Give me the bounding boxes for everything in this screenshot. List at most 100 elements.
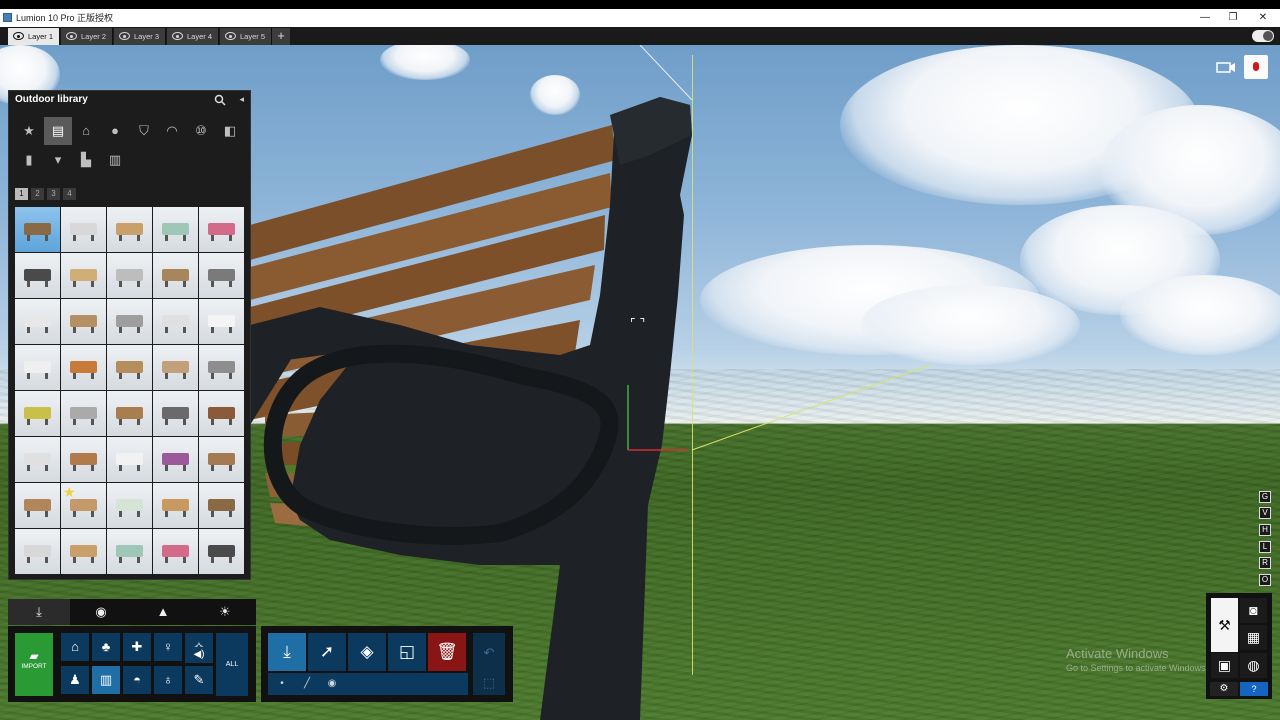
deselect-icon[interactable]: ⬚ bbox=[473, 675, 505, 691]
library-item-thumbnail[interactable] bbox=[107, 483, 152, 528]
nature-category-button[interactable]: ⌂ bbox=[61, 633, 89, 661]
eye-icon[interactable] bbox=[225, 32, 236, 40]
library-item-thumbnail[interactable] bbox=[15, 299, 60, 344]
key-o[interactable]: O bbox=[1259, 574, 1271, 586]
layer-tab-1[interactable]: Layer 1 bbox=[8, 28, 60, 45]
library-item-thumbnail[interactable] bbox=[61, 207, 106, 252]
library-item-thumbnail[interactable] bbox=[153, 299, 198, 344]
people-category-button[interactable]: ♀ bbox=[154, 633, 182, 661]
layer-tab-4[interactable]: Layer 4 bbox=[167, 28, 219, 45]
bench-category-icon[interactable]: ▤ bbox=[44, 117, 72, 145]
page-1-button[interactable]: 1 bbox=[15, 188, 28, 200]
library-item-thumbnail[interactable] bbox=[61, 345, 106, 390]
library-item-thumbnail[interactable] bbox=[153, 437, 198, 482]
key-r[interactable]: R bbox=[1259, 557, 1271, 569]
collapse-panel-icon[interactable]: ◂ bbox=[239, 94, 244, 105]
library-item-thumbnail[interactable] bbox=[199, 483, 244, 528]
library-item-thumbnail[interactable] bbox=[199, 253, 244, 298]
library-item-thumbnail[interactable] bbox=[107, 299, 152, 344]
library-item-thumbnail[interactable]: ★ bbox=[61, 483, 106, 528]
photo-mode-button[interactable]: ◙ bbox=[1240, 598, 1267, 623]
close-button[interactable]: ✕ bbox=[1248, 9, 1278, 27]
record-icon[interactable] bbox=[1244, 55, 1268, 79]
maximize-button[interactable]: ❐ bbox=[1218, 9, 1248, 27]
library-item-thumbnail[interactable] bbox=[107, 207, 152, 252]
library-item-thumbnail[interactable] bbox=[61, 529, 106, 574]
outdoor-category-button[interactable]: ▥ bbox=[92, 666, 120, 694]
library-item-thumbnail[interactable] bbox=[153, 345, 198, 390]
indoor-category-button[interactable]: ♟ bbox=[61, 666, 89, 694]
search-icon[interactable] bbox=[214, 94, 226, 106]
library-item-thumbnail[interactable] bbox=[153, 253, 198, 298]
add-tree-button[interactable]: ✚ bbox=[123, 633, 151, 661]
help-button[interactable]: ? bbox=[1240, 682, 1268, 696]
box-category-icon[interactable]: ◧ bbox=[216, 117, 244, 145]
key-h[interactable]: H bbox=[1259, 524, 1271, 536]
movie-mode-button[interactable]: ▦ bbox=[1240, 625, 1267, 650]
bollard-category-icon[interactable]: ▮ bbox=[15, 146, 43, 174]
library-item-thumbnail[interactable] bbox=[61, 299, 106, 344]
library-item-thumbnail[interactable] bbox=[15, 391, 60, 436]
layer-tab-2[interactable]: Layer 2 bbox=[61, 28, 113, 45]
library-item-thumbnail[interactable] bbox=[15, 345, 60, 390]
library-item-thumbnail[interactable] bbox=[15, 207, 60, 252]
sign-category-icon[interactable]: ⑩ bbox=[187, 117, 215, 145]
place-object-button[interactable]: ⤓ bbox=[268, 633, 306, 671]
library-item-thumbnail[interactable] bbox=[153, 529, 198, 574]
eye-icon[interactable] bbox=[172, 32, 183, 40]
library-item-thumbnail[interactable] bbox=[153, 391, 198, 436]
eye-icon[interactable] bbox=[13, 32, 24, 40]
library-item-thumbnail[interactable] bbox=[107, 253, 152, 298]
materials-tab[interactable]: ◉ bbox=[70, 599, 132, 625]
sound-category-button[interactable]: ◀) bbox=[185, 647, 213, 663]
settings-gear-icon[interactable]: ⚙ bbox=[1210, 682, 1238, 696]
page-3-button[interactable]: 3 bbox=[47, 188, 60, 200]
delete-object-button[interactable]: 🗑 bbox=[428, 633, 466, 671]
utilities-category-button[interactable]: ✎ bbox=[185, 666, 213, 694]
library-item-thumbnail[interactable] bbox=[199, 299, 244, 344]
page-4-button[interactable]: 4 bbox=[63, 188, 76, 200]
line-place-icon[interactable]: ╱ bbox=[295, 673, 319, 695]
key-l[interactable]: L bbox=[1259, 541, 1271, 553]
fence-category-icon[interactable]: ▥ bbox=[101, 146, 129, 174]
library-item-thumbnail[interactable] bbox=[107, 345, 152, 390]
undo-icon[interactable]: ↶ bbox=[473, 645, 505, 661]
library-item-thumbnail[interactable] bbox=[61, 391, 106, 436]
select-all-button[interactable]: ALL bbox=[216, 633, 248, 696]
library-item-thumbnail[interactable] bbox=[107, 437, 152, 482]
eye-icon[interactable] bbox=[66, 32, 77, 40]
library-item-thumbnail[interactable] bbox=[153, 207, 198, 252]
favorites-category-icon[interactable]: ★ bbox=[15, 117, 43, 145]
minimize-button[interactable]: — bbox=[1190, 9, 1220, 27]
save-button[interactable]: ▣ bbox=[1211, 653, 1238, 678]
library-item-thumbnail[interactable] bbox=[199, 437, 244, 482]
library-item-thumbnail[interactable] bbox=[199, 391, 244, 436]
landscape-tab[interactable]: ▲ bbox=[132, 599, 194, 625]
select-arrow-button[interactable]: ➚ bbox=[308, 633, 346, 671]
add-layer-button[interactable]: + bbox=[272, 28, 290, 45]
library-item-thumbnail[interactable] bbox=[15, 529, 60, 574]
key-g[interactable]: G bbox=[1259, 491, 1271, 503]
tree-category-button[interactable]: ♣ bbox=[92, 633, 120, 661]
360-panorama-button[interactable]: ◍ bbox=[1240, 653, 1267, 678]
planter-category-icon[interactable]: ▾ bbox=[44, 146, 72, 174]
library-item-thumbnail[interactable] bbox=[61, 437, 106, 482]
key-v[interactable]: V bbox=[1259, 507, 1271, 519]
library-item-thumbnail[interactable] bbox=[153, 483, 198, 528]
library-item-thumbnail[interactable] bbox=[15, 437, 60, 482]
library-item-thumbnail[interactable] bbox=[15, 253, 60, 298]
library-item-thumbnail[interactable] bbox=[199, 207, 244, 252]
tent-category-icon[interactable]: ◠ bbox=[158, 117, 186, 145]
library-item-thumbnail[interactable] bbox=[199, 345, 244, 390]
wall-category-icon[interactable]: ▙ bbox=[72, 146, 100, 174]
transport-category-button[interactable]: ◓ bbox=[123, 666, 151, 694]
layer-tab-3[interactable]: Layer 3 bbox=[114, 28, 166, 45]
favorite-star-icon[interactable]: ★ bbox=[63, 484, 76, 501]
single-place-icon[interactable]: • bbox=[270, 673, 294, 695]
library-item-thumbnail[interactable] bbox=[15, 483, 60, 528]
resize-object-button[interactable]: ◱ bbox=[388, 633, 426, 671]
page-2-button[interactable]: 2 bbox=[31, 188, 44, 200]
ball-category-icon[interactable]: ● bbox=[101, 117, 129, 145]
lights-category-button[interactable]: ♁ bbox=[154, 666, 182, 694]
library-item-thumbnail[interactable] bbox=[199, 529, 244, 574]
